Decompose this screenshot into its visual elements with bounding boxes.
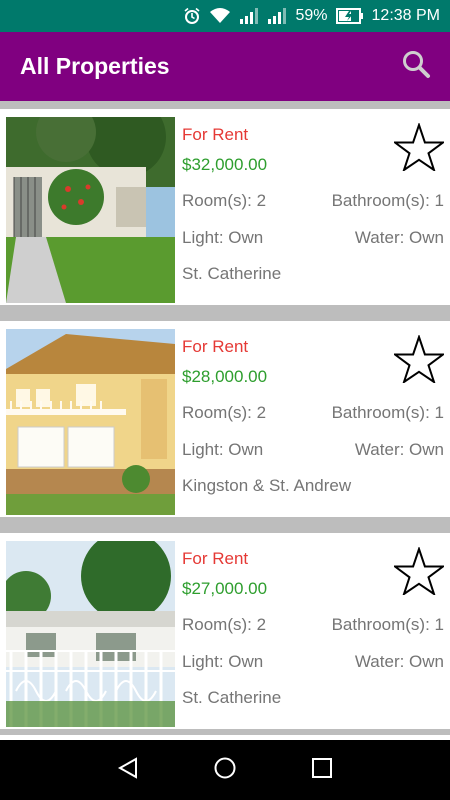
price: $27,000.00 (182, 579, 268, 598)
property-photo (6, 541, 175, 727)
search-button[interactable] (400, 51, 432, 83)
light: Light: Own (182, 228, 264, 247)
property-card[interactable]: For Rent $27,000.00 Room(s): 2 Bathroom(… (0, 533, 450, 729)
property-info: For Rent $32,000.00 Room(s): 2 Bathroom(… (182, 109, 447, 305)
status-bar: 59% 12:38 PM (0, 0, 450, 32)
rooms: Room(s): 2 (182, 403, 267, 422)
property-card[interactable]: For Rent $28,000.00 Room(s): 2 Bathroom(… (0, 321, 450, 517)
favorite-button[interactable] (391, 121, 447, 173)
favorite-button[interactable] (391, 333, 447, 385)
navigation-bar (0, 740, 450, 800)
app-bar: All Properties (0, 32, 450, 101)
property-info: For Rent $27,000.00 Room(s): 2 Bathroom(… (182, 533, 447, 729)
rooms: Room(s): 2 (182, 191, 267, 210)
location: St. Catherine (182, 264, 282, 283)
rooms-row: Room(s): 2 Bathroom(s): 1 (182, 191, 444, 211)
home-button[interactable] (205, 750, 245, 790)
page-title: All Properties (20, 53, 170, 79)
light: Light: Own (182, 652, 264, 671)
rooms: Room(s): 2 (182, 615, 267, 634)
property-list[interactable]: For Rent $32,000.00 Room(s): 2 Bathroom(… (0, 101, 450, 740)
back-button[interactable] (108, 750, 148, 790)
home-icon (213, 756, 237, 785)
property-photo (6, 117, 175, 303)
location: St. Catherine (182, 688, 282, 707)
recents-icon (311, 757, 333, 784)
clock: 12:38 PM (371, 7, 440, 24)
light: Light: Own (182, 440, 264, 459)
alarm-icon (183, 7, 201, 25)
back-icon (116, 756, 140, 785)
water: Water: Own (354, 228, 444, 247)
battery-percent: 59% (295, 7, 328, 24)
price: $28,000.00 (182, 367, 268, 386)
bathrooms: Bathroom(s): 1 (331, 191, 444, 210)
listing-type: For Rent (182, 125, 249, 144)
rooms-row: Room(s): 2 Bathroom(s): 1 (182, 403, 444, 423)
bathrooms: Bathroom(s): 1 (331, 403, 444, 422)
utilities-row: Light: Own Water: Own (182, 440, 444, 460)
location: Kingston & St. Andrew (182, 476, 352, 495)
star-outline-icon (391, 545, 447, 599)
signal-icon (239, 7, 259, 25)
battery-charging-icon (335, 8, 364, 24)
price: $32,000.00 (182, 155, 268, 174)
listing-type: For Rent (182, 337, 249, 356)
recents-button[interactable] (302, 750, 342, 790)
wifi-icon (209, 7, 231, 25)
bathrooms: Bathroom(s): 1 (331, 615, 444, 634)
listing-type: For Rent (182, 549, 249, 568)
property-photo (6, 329, 175, 515)
rooms-row: Room(s): 2 Bathroom(s): 1 (182, 615, 444, 635)
star-outline-icon (391, 333, 447, 387)
star-outline-icon (391, 121, 447, 175)
utilities-row: Light: Own Water: Own (182, 228, 444, 248)
utilities-row: Light: Own Water: Own (182, 652, 444, 672)
favorite-button[interactable] (391, 545, 447, 597)
signal-icon (267, 7, 287, 25)
property-info: For Rent $28,000.00 Room(s): 2 Bathroom(… (182, 321, 447, 517)
search-icon (401, 49, 431, 84)
water: Water: Own (354, 652, 444, 671)
property-card[interactable]: For Rent $32,000.00 Room(s): 2 Bathroom(… (0, 109, 450, 305)
water: Water: Own (354, 440, 444, 459)
